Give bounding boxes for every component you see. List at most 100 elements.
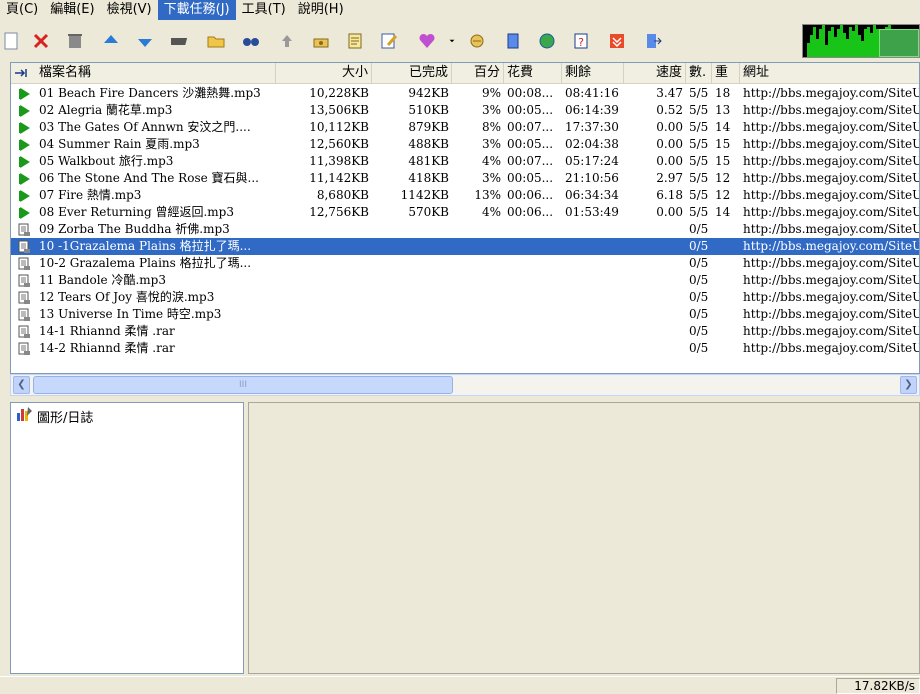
- column-header-percent[interactable]: 百分: [452, 63, 504, 84]
- connect-icon[interactable]: [466, 30, 488, 52]
- task-name: 10-2 Grazalema Plains 格拉扎了瑪...: [39, 256, 252, 270]
- task-row[interactable]: 12 Tears Of Joy 喜悅的淚.mp3 0/5 http://bbs.me…: [11, 289, 920, 306]
- device-icon[interactable]: [502, 30, 524, 52]
- list-header: 檔案名稱 大小 已完成 百分 花費 剩餘 速度 數. 重網址: [11, 63, 919, 84]
- scroll-left-button[interactable]: ❮: [13, 376, 30, 394]
- task-percent: [452, 323, 504, 340]
- column-header-elapsed[interactable]: 花費: [504, 63, 562, 84]
- column-header-name[interactable]: 檔案名稱: [36, 63, 276, 84]
- scroll-right-button[interactable]: ❯: [900, 376, 917, 394]
- task-percent: 4%: [481, 205, 501, 219]
- task-done: 879KB: [408, 120, 449, 134]
- menu-item-4[interactable]: 工具(T): [236, 0, 292, 20]
- column-header-url[interactable]: 網址: [740, 63, 919, 84]
- task-url: http://bbs.megajoy.com/SiteUp: [743, 290, 920, 304]
- task-list[interactable]: 檔案名稱 大小 已完成 百分 花費 剩餘 速度 數. 重網址 01 Beach Fire Dan…: [10, 62, 920, 374]
- task-elapsed: 00:05...: [507, 103, 554, 117]
- task-remaining: [562, 221, 624, 238]
- task-size: [276, 255, 372, 272]
- task-speed: [624, 306, 686, 323]
- menu-item-0[interactable]: 頁(C): [0, 0, 44, 20]
- globe-icon[interactable]: [536, 30, 558, 52]
- open-folder-icon[interactable]: [205, 30, 227, 52]
- menu-item-1[interactable]: 編輯(E): [44, 0, 100, 20]
- task-retry: 14: [715, 120, 731, 134]
- upload-icon[interactable]: [276, 30, 298, 52]
- phone-icon[interactable]: [310, 30, 332, 52]
- task-row[interactable]: 03 The Gates Of Annwn 安汶之門.... 10,112KB 87…: [11, 119, 919, 136]
- running-task-icon: [11, 119, 36, 136]
- column-header-speed[interactable]: 速度: [624, 63, 686, 84]
- menu-item-2[interactable]: 檢視(V): [101, 0, 158, 20]
- task-name: 07 Fire 熱情.mp3: [39, 188, 142, 202]
- meter-bar: [825, 45, 828, 57]
- task-percent: [452, 306, 504, 323]
- task-row[interactable]: 05 Walkbout 旅行.mp3 11,398KB 481KB 4% 00:07..…: [11, 153, 919, 170]
- task-elapsed: 00:07...: [507, 120, 554, 134]
- task-done: [372, 323, 452, 340]
- task-row[interactable]: 09 Zorba The Buddha 祈佛.mp3 0/5 http://bbs.…: [11, 221, 919, 238]
- task-row[interactable]: 06 The Stone And The Rose 寶石與... 11,142KB…: [11, 170, 919, 187]
- scroll-thumb[interactable]: III: [33, 376, 453, 394]
- properties-icon[interactable]: [344, 30, 366, 52]
- column-header-conn[interactable]: 數.: [686, 63, 712, 84]
- task-row[interactable]: 11 Bandole 冷酷.mp3 0/5 http://bbs.megajoy.c…: [11, 272, 919, 289]
- find-icon[interactable]: [240, 30, 262, 52]
- task-row[interactable]: 13 Universe In Time 時空.mp3 0/5 http://bbs.…: [11, 306, 920, 323]
- task-remaining: [562, 272, 624, 289]
- header-arrow-icon[interactable]: [11, 63, 36, 84]
- running-task-icon: [11, 204, 36, 221]
- task-row[interactable]: 02 Alegria 蘭花草.mp3 13,506KB 510KB 3% 00:05..…: [11, 102, 919, 119]
- task-conn: 5/5: [689, 103, 709, 117]
- horizontal-scrollbar[interactable]: ❮ III ❯: [10, 374, 920, 396]
- dropdown-arrow-icon[interactable]: [446, 30, 458, 52]
- task-row[interactable]: 04 Summer Rain 夏雨.mp3 12,560KB 488KB 3% 00:0…: [11, 136, 920, 153]
- meter-indicator: [879, 29, 919, 57]
- tape-icon[interactable]: [170, 30, 192, 52]
- heart-icon[interactable]: [416, 30, 438, 52]
- meter-bar: [807, 43, 810, 57]
- move-down-icon[interactable]: [134, 30, 156, 52]
- delete-icon[interactable]: [30, 30, 52, 52]
- running-task-icon: [11, 102, 36, 119]
- menu-item-5[interactable]: 說明(H): [292, 0, 350, 20]
- task-elapsed: [504, 221, 562, 238]
- tree-item-graph-log[interactable]: 圖形/日誌: [15, 405, 93, 427]
- column-header-size[interactable]: 大小: [276, 63, 372, 84]
- new-task-icon[interactable]: [0, 30, 22, 52]
- task-row[interactable]: 10-2 Grazalema Plains 格拉扎了瑪... 0/5 http://…: [11, 255, 919, 272]
- task-url: http://bbs.megajoy.com/SiteUp: [743, 137, 920, 151]
- task-row[interactable]: 14-2 Rhiannd 柔情 .rar 0/5 http://bbs.megajo…: [11, 340, 919, 357]
- download-red-icon[interactable]: [606, 30, 628, 52]
- task-percent: 4%: [481, 154, 501, 168]
- task-row[interactable]: 10 -1Grazalema Plains 格拉扎了瑪... 0/5 http://…: [11, 238, 920, 255]
- edit-icon[interactable]: [378, 30, 400, 52]
- column-header-retry[interactable]: 重: [712, 63, 740, 84]
- task-retry: 12: [715, 188, 731, 202]
- task-remaining: [562, 323, 624, 340]
- task-name: 01 Beach Fire Dancers 沙灘熱舞.mp3: [39, 86, 261, 100]
- task-url: http://bbs.megajoy.com/SiteUp: [743, 307, 920, 321]
- task-retry: [712, 323, 740, 340]
- task-row[interactable]: 01 Beach Fire Dancers 沙灘熱舞.mp3 10,228KB 94…: [11, 85, 919, 102]
- trash-icon[interactable]: [64, 30, 86, 52]
- task-done: 488KB: [408, 137, 449, 151]
- task-name: 13 Universe In Time 時空.mp3: [39, 307, 222, 321]
- meter-bar: [858, 35, 861, 57]
- help-icon[interactable]: ?: [570, 30, 592, 52]
- task-row[interactable]: 14-1 Rhiannd 柔情 .rar 0/5 http://bbs.megajo…: [11, 323, 919, 340]
- task-speed: 3.47: [656, 86, 683, 100]
- column-header-done[interactable]: 已完成: [372, 63, 452, 84]
- exit-icon[interactable]: [642, 30, 664, 52]
- task-row[interactable]: 08 Ever Returning 曾經返回.mp3 12,756KB 570KB 4…: [11, 204, 919, 221]
- move-up-icon[interactable]: [100, 30, 122, 52]
- column-header-remaining[interactable]: 剩餘: [562, 63, 624, 84]
- meter-bar: [810, 35, 813, 57]
- task-percent: [452, 272, 504, 289]
- task-row[interactable]: 07 Fire 熱情.mp3 8,680KB 1142KB 13% 00:06... 06…: [11, 187, 919, 204]
- task-url: http://bbs.megajoy.com/SiteUp: [743, 239, 920, 253]
- task-retry: 12: [715, 171, 731, 185]
- queued-task-icon: [11, 238, 36, 255]
- task-retry: 14: [715, 205, 731, 219]
- menu-item-3[interactable]: 下載任務(J): [157, 0, 236, 20]
